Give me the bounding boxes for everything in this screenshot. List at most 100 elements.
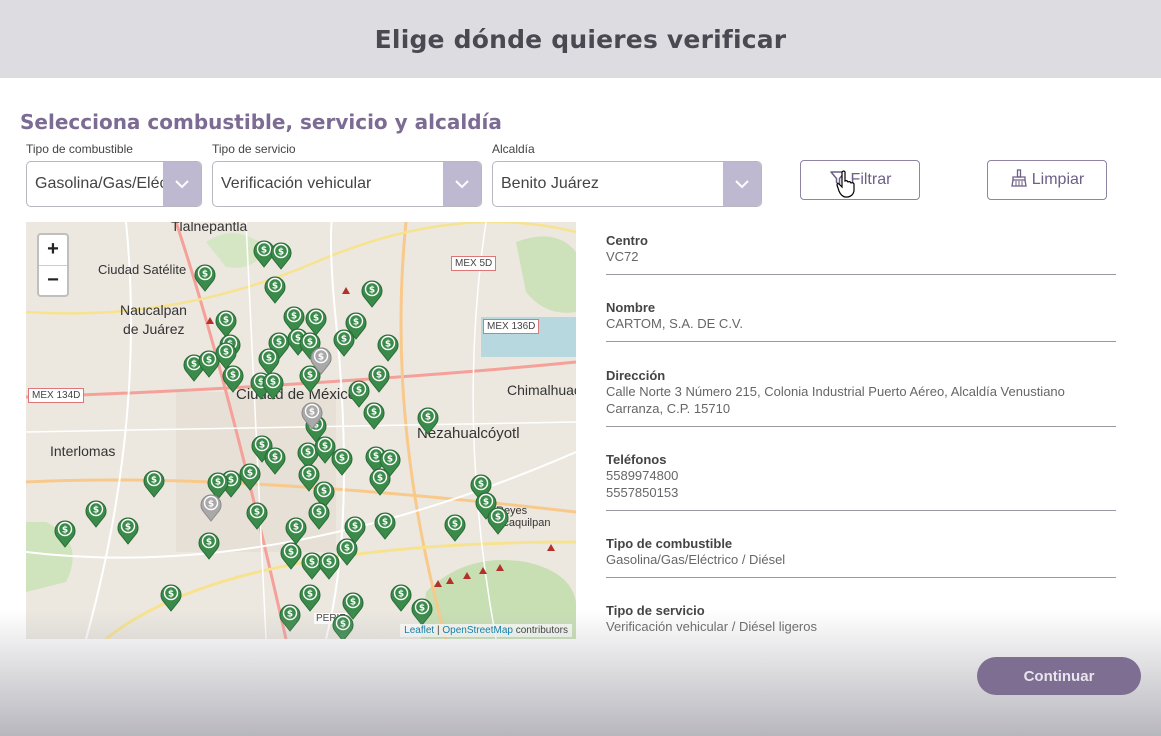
road-shield: MEX 136D [483, 319, 540, 334]
detail-label: Teléfonos [606, 452, 667, 467]
dollar-pin-icon[interactable]: $ [197, 530, 221, 560]
dollar-pin-icon[interactable]: $ [376, 332, 400, 362]
dollar-pin-icon[interactable]: $ [373, 510, 397, 540]
dollar-pin-icon[interactable]: $ [330, 446, 354, 476]
detail-value: Calle Norte 3 Número 215, Colonia Indust… [606, 384, 1065, 416]
svg-text:$: $ [352, 522, 358, 532]
dollar-pin-icon[interactable]: $ [335, 536, 359, 566]
dollar-pin-icon[interactable]: $ [331, 612, 355, 639]
svg-text:$: $ [344, 544, 350, 554]
dollar-pin-icon[interactable]: $ [269, 240, 293, 270]
dollar-pin-icon[interactable]: $ [309, 345, 333, 375]
dollar-pin-icon[interactable]: $ [221, 363, 245, 393]
broom-icon [1010, 168, 1028, 192]
detail-label: Dirección [606, 368, 666, 383]
svg-text:$: $ [353, 318, 359, 328]
dollar-pin-icon[interactable]: $ [368, 466, 392, 496]
osm-link[interactable]: OpenStreetMap [442, 625, 513, 636]
svg-text:$: $ [318, 353, 324, 363]
dollar-pin-icon[interactable]: $ [300, 400, 324, 430]
detail-servicio: Tipo de servicio Verificación vehicular … [606, 603, 1116, 639]
dollar-pin-icon[interactable]: $ [53, 518, 77, 548]
leaflet-link[interactable]: Leaflet [404, 625, 434, 636]
svg-text:$: $ [261, 246, 267, 256]
continue-button[interactable]: Continuar [977, 657, 1141, 695]
dollar-pin-icon[interactable]: $ [332, 327, 356, 357]
dollar-pin-icon[interactable]: $ [486, 505, 510, 535]
attribution-suffix: contributors [515, 625, 568, 636]
dollar-pin-icon[interactable]: $ [84, 498, 108, 528]
dollar-pin-icon[interactable]: $ [245, 500, 269, 530]
place-label: Naucalpan [120, 302, 187, 318]
svg-text:$: $ [377, 474, 383, 484]
detail-label: Nombre [606, 300, 656, 315]
svg-text:$: $ [208, 500, 214, 510]
dollar-pin-icon[interactable]: $ [307, 500, 331, 530]
dollar-pin-icon[interactable]: $ [278, 602, 302, 632]
service-select-value: Verificación vehicular [221, 175, 372, 192]
svg-text:$: $ [272, 282, 278, 292]
svg-text:$: $ [305, 448, 311, 458]
svg-text:$: $ [340, 620, 346, 630]
dollar-pin-icon[interactable]: $ [199, 492, 223, 522]
svg-text:$: $ [223, 316, 229, 326]
page-title: Elige dónde quieres verificar [374, 24, 787, 54]
clear-button[interactable]: Limpiar [987, 160, 1107, 200]
svg-text:$: $ [478, 480, 484, 490]
detail-value: Verificación vehicular / Diésel ligeros [606, 619, 817, 634]
filter-button-label: Filtrar [850, 171, 892, 188]
peak-marker [206, 317, 214, 324]
dollar-pin-icon[interactable]: $ [261, 370, 285, 400]
svg-text:$: $ [291, 312, 297, 322]
chevron-down-icon[interactable] [163, 162, 201, 206]
dollar-pin-icon[interactable]: $ [416, 405, 440, 435]
svg-text:$: $ [356, 386, 362, 396]
svg-text:$: $ [322, 442, 328, 452]
svg-text:$: $ [307, 590, 313, 600]
zoom-in-button[interactable]: + [39, 235, 67, 266]
borough-select[interactable]: Benito Juárez [492, 161, 762, 207]
dollar-pin-icon[interactable]: $ [443, 512, 467, 542]
dollar-pin-icon[interactable]: $ [159, 582, 183, 612]
dollar-pin-icon[interactable]: $ [193, 262, 217, 292]
svg-text:$: $ [206, 538, 212, 548]
detail-label: Centro [606, 233, 648, 248]
peak-marker [434, 580, 442, 587]
fuel-select[interactable]: Gasolina/Gas/Eléctrico [26, 161, 202, 207]
detail-nombre: Nombre CARTOM, S.A. DE C.V. [606, 300, 1116, 342]
peak-marker [463, 572, 471, 579]
dollar-pin-icon[interactable]: $ [263, 274, 287, 304]
place-label: de Juárez [123, 321, 185, 337]
service-select[interactable]: Verificación vehicular [212, 161, 482, 207]
detail-value: CARTOM, S.A. DE C.V. [606, 316, 744, 331]
stations-map[interactable]: Tlalnepantla Ciudad Satélite Naucalpan d… [26, 222, 576, 639]
svg-text:$: $ [350, 598, 356, 608]
dollar-pin-icon[interactable]: $ [360, 278, 384, 308]
map-attribution: Leaflet | OpenStreetMap contributors [400, 624, 572, 637]
dollar-pin-icon[interactable]: $ [116, 515, 140, 545]
peak-marker [446, 577, 454, 584]
chevron-down-icon[interactable] [723, 162, 761, 206]
phone-2: 5557850153 [606, 485, 679, 500]
dollar-pin-icon[interactable]: $ [410, 596, 434, 626]
dollar-pin-icon[interactable]: $ [142, 468, 166, 498]
dollar-pin-icon[interactable]: $ [362, 400, 386, 430]
page-header: Elige dónde quieres verificar [0, 0, 1161, 78]
dollar-pin-icon[interactable]: $ [238, 461, 262, 491]
detail-value: VC72 [606, 249, 639, 264]
dollar-pin-icon[interactable]: $ [263, 445, 287, 475]
zoom-out-button[interactable]: − [39, 266, 67, 296]
svg-text:$: $ [293, 523, 299, 533]
zoom-control: + − [37, 233, 69, 297]
svg-text:$: $ [62, 526, 68, 536]
borough-select-value: Benito Juárez [501, 175, 599, 192]
svg-text:$: $ [230, 371, 236, 381]
peak-marker [342, 287, 350, 294]
chevron-down-icon[interactable] [443, 162, 481, 206]
svg-text:$: $ [306, 470, 312, 480]
place-label: Ciudad Satélite [98, 262, 187, 277]
service-label: Tipo de servicio [212, 142, 296, 156]
svg-text:$: $ [266, 354, 272, 364]
filter-button[interactable]: Filtrar [800, 160, 920, 200]
phone-1: 5589974800 [606, 468, 679, 483]
